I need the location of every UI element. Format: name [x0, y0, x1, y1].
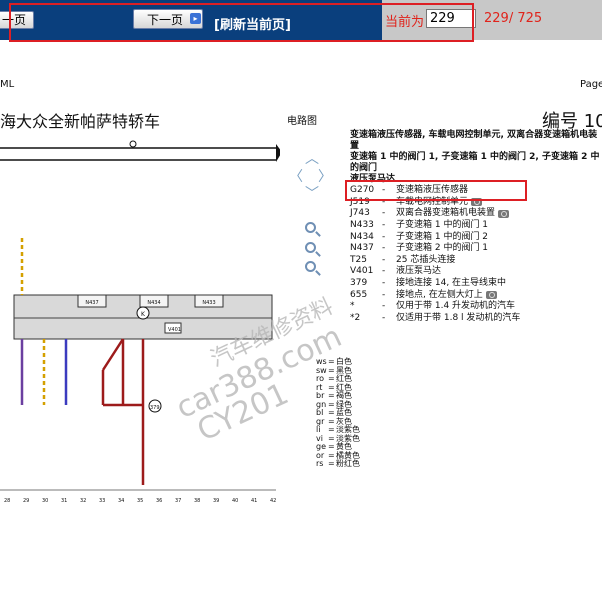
legend-code: *2	[350, 312, 361, 323]
pan-down-icon[interactable]: ﹀	[305, 183, 319, 203]
pan-up-icon[interactable]: ︿	[305, 148, 319, 168]
wire-color-code: rs	[316, 459, 324, 468]
column-number: 38	[194, 498, 200, 504]
legend-text: 液压泵马达	[396, 266, 442, 277]
legend-code: *	[350, 301, 355, 312]
legend-dash: -	[382, 266, 386, 277]
legend-dash: -	[382, 301, 386, 312]
legend-heading-line: 变速箱 1 中的阀门 1, 子变速箱 1 中的阀门 2, 子变速箱 2 中的阀门	[350, 152, 600, 173]
column-number: 32	[80, 498, 86, 504]
column-number: 30	[42, 498, 48, 504]
motor-label: V401	[168, 327, 181, 333]
legend-code: N437	[350, 243, 374, 254]
legend-item: *2 - 仅适用于带 1.8 l 发动机的汽车	[350, 313, 602, 325]
legend-text: 接地点, 在左侧大灯上	[396, 289, 483, 300]
legend-dash: -	[382, 289, 386, 300]
camera-icon[interactable]	[485, 291, 497, 300]
component-legend: 变速箱液压传感器, 车载电网控制单元, 双离合器变速箱机电装置 变速箱 1 中的…	[350, 130, 602, 324]
column-number: 39	[213, 498, 219, 504]
connector-label: N433	[202, 300, 215, 306]
zoom-in-icon[interactable]	[305, 242, 316, 253]
legend-code: J743	[350, 208, 370, 219]
column-number: 29	[23, 498, 29, 504]
legend-item: N434- 子变速箱 1 中的阀门 2	[350, 231, 602, 243]
legend-code: 379	[350, 278, 368, 289]
j743-highlight-box	[345, 180, 527, 201]
column-number: 33	[99, 498, 105, 504]
legend-dash: -	[382, 208, 386, 219]
wire-color-row: rs = 粉红色	[316, 459, 360, 469]
legend-dash: -	[382, 254, 386, 265]
legend-item: V401- 液压泵马达	[350, 266, 602, 278]
legend-text: 双离合器变速箱机电装置	[396, 208, 496, 219]
wiring-diagram: N437 N434 N433 V401 K 379 28 29 30 31 32 33 34 35…	[0, 140, 280, 504]
legend-dash: -	[382, 243, 386, 254]
camera-icon[interactable]	[498, 209, 510, 218]
legend-item: 379 - 接地连接 14, 在主导线束中	[350, 278, 602, 290]
column-number: 31	[61, 498, 67, 504]
pan-right-icon[interactable]: 〉	[318, 166, 332, 186]
legend-heading-line: 变速箱液压传感器, 车载电网控制单元, 双离合器变速箱机电装置	[350, 130, 598, 151]
zoom-out-icon[interactable]	[305, 261, 316, 272]
legend-item: N433- 子变速箱 1 中的阀门 1	[350, 220, 602, 232]
legend-item: T25 -25 芯插头连接	[350, 255, 602, 267]
legend-heading: 变速箱液压传感器, 车载电网控制单元, 双离合器变速箱机电装置 变速箱 1 中的…	[350, 130, 602, 185]
toolbar-highlight-box	[9, 3, 474, 42]
zoom-fit-icon[interactable]	[305, 222, 316, 233]
legend-text: 子变速箱 2 中的阀门 1	[396, 243, 489, 254]
legend-code: T25	[350, 254, 367, 265]
legend-list: G270- 变速箱液压传感器 J519- 车载电网控制单元 J743- 双离合器变速箱机电…	[350, 185, 602, 324]
legend-text: 子变速箱 1 中的阀门 1	[396, 220, 489, 231]
legend-item: N437- 子变速箱 2 中的阀门 1	[350, 243, 602, 255]
column-number: 40	[232, 498, 238, 504]
legend-text: 仅适用于带 1.8 l 发动机的汽车	[396, 312, 521, 323]
legend-code: V401	[350, 266, 374, 277]
column-number: 37	[175, 498, 181, 504]
legend-dash: -	[382, 312, 386, 323]
legend-dash: -	[382, 278, 386, 289]
column-number: 41	[251, 498, 257, 504]
circuit-diagram-label: 电路图	[287, 116, 317, 127]
legend-text: 仅用于带 1.4 升发动机的汽车	[396, 301, 516, 312]
column-number: 42	[270, 498, 276, 504]
connector-label: N434	[147, 300, 160, 306]
column-number: 36	[156, 498, 162, 504]
legend-code: N434	[350, 231, 374, 242]
page-count: 229/ 725	[484, 11, 543, 26]
legend-text: 25 芯插头连接	[396, 254, 456, 265]
wire	[101, 338, 125, 371]
wire-color-eq: =	[328, 459, 335, 468]
ground-label: 379	[150, 405, 160, 411]
connector-label: N437	[85, 300, 98, 306]
pan-left-icon[interactable]: 〈	[289, 166, 303, 186]
column-number: 28	[4, 498, 10, 504]
wire-color-name: 粉红色	[336, 459, 360, 468]
legend-code: N433	[350, 220, 374, 231]
header-left-fragment: ML	[0, 79, 15, 90]
legend-code: 655	[350, 289, 368, 300]
legend-item: 655 - 接地点, 在左侧大灯上	[350, 289, 602, 301]
legend-dash: -	[382, 220, 386, 231]
legend-text: 接地连接 14, 在主导线束中	[396, 278, 507, 289]
legend-text: 子变速箱 1 中的阀门 2	[396, 231, 489, 242]
legend-dash: -	[382, 231, 386, 242]
column-number: 35	[137, 498, 143, 504]
legend-item: J743 - 双离合器变速箱机电装置	[350, 208, 602, 220]
document-title: 海大众全新帕萨特轿车	[0, 112, 161, 131]
legend-item: * - 仅用于带 1.4 升发动机的汽车	[350, 301, 602, 313]
wire-color-table: ws = 白色 sw = 黑色 ro = 红色 rt = 红色 br = 褐色 gn = 绿色 bl = 蓝色 gr = 灰色…	[316, 357, 360, 469]
header-right-fragment: Page	[580, 79, 602, 90]
column-number: 34	[118, 498, 124, 504]
